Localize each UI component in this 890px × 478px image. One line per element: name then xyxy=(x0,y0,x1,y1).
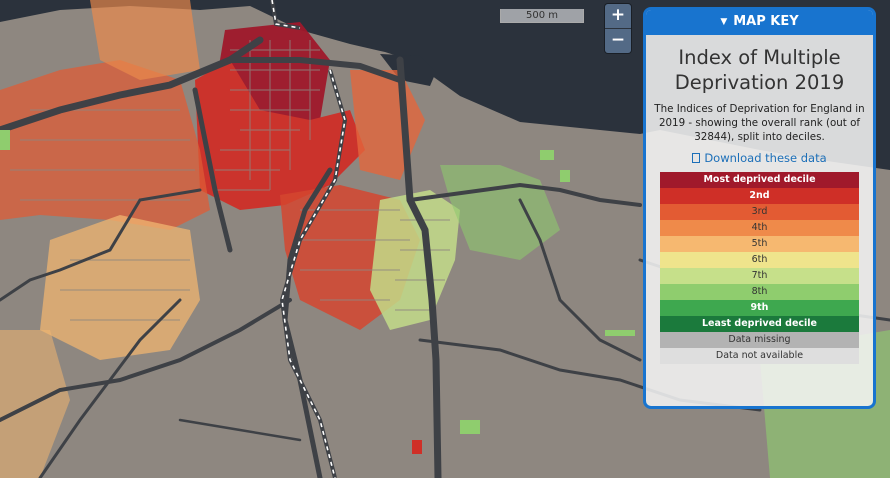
legend-item: 8th xyxy=(660,284,859,300)
legend-item: 7th xyxy=(660,268,859,284)
caret-down-icon: ▼ xyxy=(720,17,728,27)
map-key-header[interactable]: ▼ MAP KEY xyxy=(646,10,873,35)
legend-item: Data missing xyxy=(660,332,859,348)
map-key-description: The Indices of Deprivation for England i… xyxy=(654,103,865,143)
legend-item: 5th xyxy=(660,236,859,252)
map-key-header-label: MAP KEY xyxy=(733,14,799,29)
legend-item: 9th xyxy=(660,300,859,316)
legend-item: 6th xyxy=(660,252,859,268)
legend-item: 2nd xyxy=(660,188,859,204)
scale-label: 500 m xyxy=(525,10,558,21)
decile-legend: Most deprived decile 2nd 3rd 4th 5th 6th 7th 8t… xyxy=(660,172,859,364)
scale-bar: 500 m xyxy=(500,9,584,23)
legend-item: Most deprived decile xyxy=(660,172,859,188)
zoom-out-button[interactable]: − xyxy=(605,28,631,53)
zoom-control: + − xyxy=(605,4,631,53)
legend-item: 4th xyxy=(660,220,859,236)
map-key-panel: ▼ MAP KEY Index of Multiple Deprivation 2… xyxy=(643,7,876,409)
download-data-label: Download these data xyxy=(704,151,827,165)
map-key-title: Index of Multiple Deprivation 2019 xyxy=(674,46,845,94)
download-data-link[interactable]: Download these data xyxy=(646,151,873,165)
document-icon xyxy=(692,153,701,163)
legend-item: 3rd xyxy=(660,204,859,220)
legend-item: Least deprived decile xyxy=(660,316,859,332)
zoom-in-button[interactable]: + xyxy=(605,4,631,28)
legend-item: Data not available xyxy=(660,348,859,364)
